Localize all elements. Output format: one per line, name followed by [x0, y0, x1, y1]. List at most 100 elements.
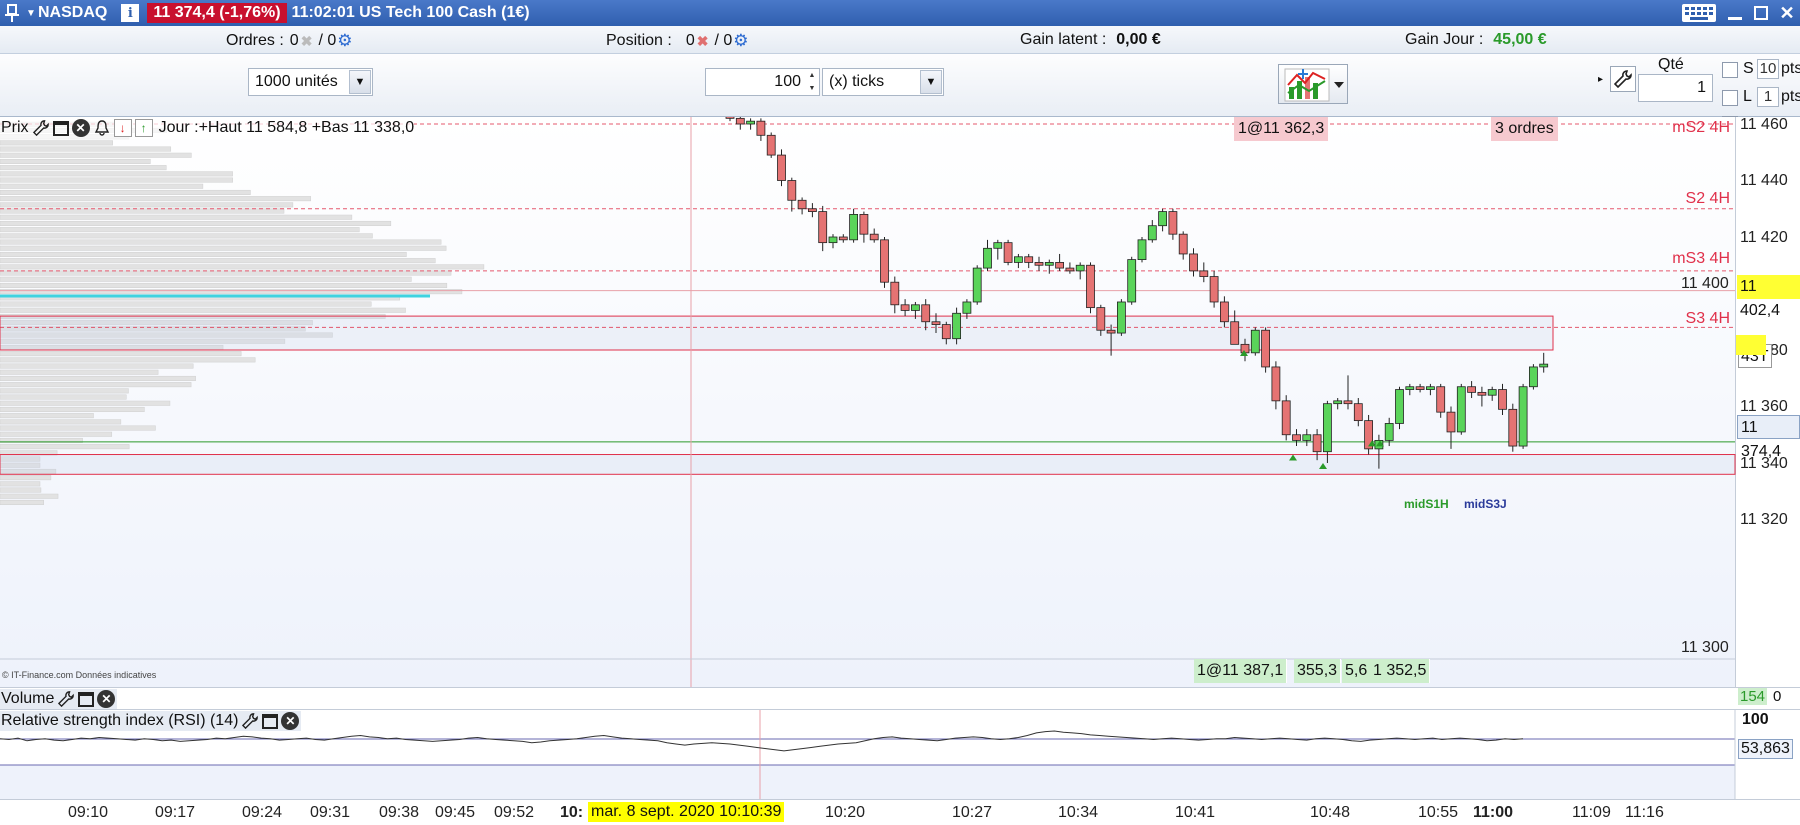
time-axis[interactable]: 09:10 09:17 09:24 09:31 09:38 09:45 09:5… [0, 799, 1800, 825]
close-icon[interactable]: ✕ [97, 690, 116, 708]
sell-arrow-icon[interactable]: ↓ [113, 119, 132, 137]
ticks-spinner[interactable]: ▲ ▼ [806, 69, 818, 95]
rsi-panel[interactable]: Relative strength index (RSI) (14) ✕ 100… [0, 709, 1800, 800]
level-label-ms2: mS2 4H [1672, 119, 1730, 136]
volume-profile-bar [0, 282, 448, 288]
candle-body [735, 117, 745, 125]
volume-profile-bar [0, 499, 44, 505]
qty-input[interactable]: 1 [1638, 74, 1713, 102]
axis-tick: 11 400 [1681, 275, 1729, 292]
gain-jour-label: Gain Jour : [1405, 31, 1484, 48]
volume-profile-bar [0, 406, 145, 412]
l-checkbox[interactable] [1722, 90, 1738, 106]
candle-body [880, 239, 889, 283]
s-label: S [1743, 60, 1754, 77]
candle-body [1415, 386, 1425, 390]
volume-profile-bar [0, 351, 242, 357]
close-position-icon[interactable]: ✖ [697, 33, 709, 50]
volume-profile-bar [0, 214, 353, 220]
chevron-down-icon[interactable]: ▼ [349, 70, 371, 94]
s-pts-input[interactable]: 10 [1757, 59, 1779, 79]
candle-body [1529, 366, 1538, 388]
orders-count-tag[interactable]: 3 ordres [1491, 117, 1558, 141]
minimize-button[interactable] [1722, 0, 1748, 26]
volume-panel[interactable]: Volume ✕ 154 0 [0, 687, 1800, 709]
gear-icon[interactable]: ⚙ [733, 31, 748, 51]
close-icon[interactable]: ✕ [281, 712, 300, 730]
ticks-input[interactable]: 100 [705, 68, 820, 96]
time-tick: 09:17 [155, 804, 196, 821]
volume-profile-bar [0, 245, 447, 251]
instrument-description: 11:02:01 US Tech 100 Cash (1€) [291, 4, 530, 21]
close-icon[interactable]: ✕ [71, 119, 90, 137]
chevron-down-icon[interactable]: ▼ [920, 70, 942, 94]
wrench-icon[interactable] [241, 712, 259, 730]
volume-profile-bar [0, 425, 156, 431]
candle-body [1508, 408, 1518, 447]
time-tick: 09:45 [435, 804, 476, 821]
gear-icon[interactable]: ⚙ [337, 31, 352, 51]
wrench-icon[interactable] [57, 690, 75, 708]
volume-profile-bar [0, 493, 59, 499]
candle-body [1343, 400, 1353, 405]
rsi-line [0, 730, 1524, 752]
bell-icon[interactable] [93, 119, 111, 137]
axis-tick: 11 440 [1740, 172, 1788, 189]
bottom-order-tag[interactable]: 355,3 [1294, 659, 1342, 683]
position-pending: / 0 [714, 32, 733, 49]
chevron-down-icon[interactable]: ▼ [24, 8, 38, 19]
cancel-orders-icon[interactable]: ✖ [301, 33, 313, 50]
volume-profile-bar [0, 152, 192, 158]
chart-tools-button[interactable] [1278, 64, 1348, 104]
volume-header: Volume ✕ [0, 689, 118, 709]
volume-profile-bar [0, 208, 285, 214]
window-icon[interactable] [52, 120, 69, 136]
candle-body [1230, 321, 1240, 345]
orders-count: 0 [289, 32, 299, 49]
candle-body [1518, 386, 1528, 447]
candle-body [1137, 239, 1147, 260]
source-note: © IT-Finance.com Données indicatives [2, 670, 157, 680]
rsi-axis-100: 100 [1742, 711, 1769, 728]
price-chart[interactable]: Prix ✕ ↓ ↑ Jour :+Haut 11 584,8 +Bas 11 … [0, 116, 1800, 687]
volume-profile-bar [0, 307, 406, 313]
pin-icon[interactable] [0, 0, 24, 26]
volume-profile-bar [0, 264, 485, 270]
info-icon[interactable]: i [121, 4, 140, 22]
candle-body [1168, 211, 1178, 235]
close-button[interactable]: ✕ [1774, 0, 1800, 26]
candle-body [911, 304, 920, 311]
bottom-order-tag[interactable]: 5,6 [1342, 659, 1372, 683]
l-pts-input[interactable]: 1 [1757, 87, 1779, 107]
l-label: L [1743, 88, 1752, 105]
instrument-name[interactable]: NASDAQ [38, 4, 107, 22]
maximize-button[interactable] [1748, 0, 1774, 26]
volume-profile-bar [0, 431, 113, 437]
time-tick: 09:24 [242, 804, 283, 821]
qty-settings-button[interactable] [1610, 66, 1636, 92]
volume-profile-bar [0, 481, 41, 487]
bottom-order-tag[interactable]: 1 352,5 [1370, 659, 1431, 683]
candle-body [1456, 386, 1466, 433]
window-icon[interactable] [78, 691, 95, 707]
candle-body [1426, 386, 1435, 390]
volume-profile-bar [0, 196, 312, 202]
volume-profile-bar [0, 375, 196, 381]
order-tag[interactable]: 1@11 362,3 [1234, 117, 1329, 141]
units-select[interactable]: 1000 unités ▼ [248, 68, 373, 96]
position-count: 0 [685, 32, 695, 49]
gain-latent-label: Gain latent : [1020, 31, 1107, 48]
wrench-icon[interactable] [32, 119, 50, 137]
ticks-select[interactable]: (x) ticks ▼ [822, 68, 944, 96]
buy-arrow-icon[interactable]: ↑ [134, 119, 153, 137]
keyboard-icon[interactable] [1682, 4, 1716, 22]
price-flag: 11 402,4 [1737, 275, 1800, 319]
l-pts-label: pts [1781, 88, 1800, 105]
window-icon[interactable] [262, 713, 279, 729]
candle-body [1147, 225, 1157, 241]
s-checkbox[interactable] [1722, 62, 1738, 78]
volume-profile-bar [0, 475, 52, 481]
bottom-order-tag[interactable]: 1@11 387,1 [1194, 659, 1288, 683]
rsi-header: Relative strength index (RSI) (14) ✕ [0, 711, 302, 731]
volume-profile-bar [0, 382, 192, 388]
